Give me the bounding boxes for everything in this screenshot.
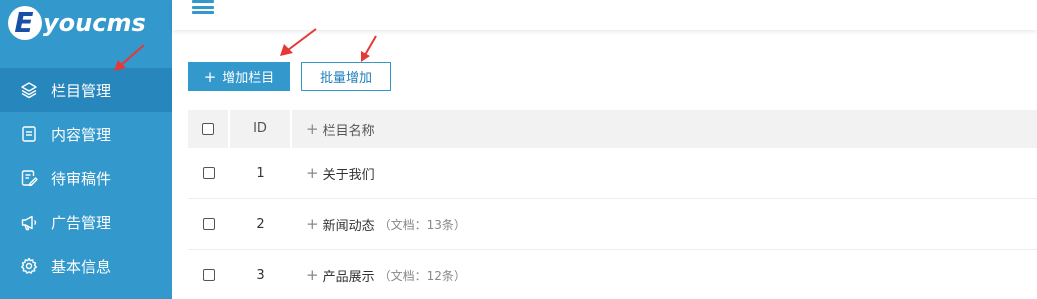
- batch-add-button[interactable]: 批量增加: [301, 62, 391, 91]
- row-doc-count: （文档：13条）: [378, 217, 466, 232]
- table-row: 1 + 关于我们: [188, 148, 1037, 199]
- logo-letter: E: [14, 6, 34, 39]
- row-checkbox[interactable]: [203, 167, 215, 179]
- gear-icon: [20, 257, 38, 275]
- logo-text: youcms: [43, 9, 146, 37]
- row-check-cell: [188, 269, 230, 281]
- header-id: ID: [230, 110, 292, 148]
- sidebar-item-pending[interactable]: 待审稿件: [0, 156, 172, 200]
- layers-icon: [20, 81, 38, 99]
- expand-icon[interactable]: +: [306, 215, 319, 233]
- sidebar-item-content[interactable]: 内容管理: [0, 112, 172, 156]
- sidebar-item-label: 栏目管理: [51, 81, 112, 100]
- row-name-cell: + 新闻动态 （文档：13条）: [292, 215, 1037, 234]
- sidebar-item-label: 待审稿件: [51, 169, 112, 188]
- sidebar-item-label: 广告管理: [51, 213, 112, 232]
- sidebar-nav: 栏目管理 内容管理 待审稿件 广告管理 基本信息: [0, 68, 172, 288]
- sidebar-item-label: 内容管理: [51, 125, 112, 144]
- table-header: ID + 栏目名称: [188, 110, 1037, 148]
- sidebar-item-settings[interactable]: 基本信息: [0, 244, 172, 288]
- sidebar-item-category[interactable]: 栏目管理: [0, 68, 172, 112]
- sidebar-item-ads[interactable]: 广告管理: [0, 200, 172, 244]
- row-id: 1: [256, 165, 265, 181]
- expand-all-icon[interactable]: +: [306, 120, 319, 138]
- row-check-cell: [188, 167, 230, 179]
- row-checkbox[interactable]: [203, 218, 215, 230]
- row-id: 2: [256, 216, 265, 232]
- megaphone-icon: [20, 213, 38, 231]
- expand-icon[interactable]: +: [306, 164, 319, 182]
- table-row: 2 + 新闻动态 （文档：13条）: [188, 199, 1037, 250]
- edit-document-icon: [20, 169, 38, 187]
- row-name-cell: + 产品展示 （文档：12条）: [292, 266, 1037, 285]
- plus-icon: +: [203, 67, 217, 86]
- document-icon: [20, 125, 38, 143]
- menu-toggle-icon[interactable]: [192, 0, 214, 14]
- row-name[interactable]: 关于我们: [323, 164, 375, 183]
- app-root: E youcms 栏目管理 内容管理 待审稿件 广告管理 基本信息 + 增加栏目…: [0, 0, 1037, 299]
- logo[interactable]: E youcms: [8, 6, 146, 40]
- annotation-arrow-icon: [361, 35, 377, 62]
- category-table: ID + 栏目名称 1 + 关于我们 2 + 新闻动态 （文档：13条） 3 +…: [188, 110, 1037, 299]
- expand-icon[interactable]: +: [306, 266, 319, 284]
- sidebar-item-label: 基本信息: [51, 257, 112, 276]
- row-check-cell: [188, 218, 230, 230]
- select-all-checkbox[interactable]: [202, 123, 214, 135]
- select-all-cell: [188, 110, 230, 148]
- annotation-arrow-icon: [114, 44, 145, 71]
- table-row: 3 + 产品展示 （文档：12条）: [188, 250, 1037, 299]
- row-name[interactable]: 新闻动态: [323, 215, 375, 234]
- add-category-button[interactable]: + 增加栏目: [188, 62, 290, 91]
- row-checkbox[interactable]: [203, 269, 215, 281]
- logo-badge: E: [8, 6, 42, 40]
- row-id: 3: [256, 267, 265, 283]
- header-name: 栏目名称: [322, 123, 375, 139]
- header-name-cell: + 栏目名称: [292, 120, 1037, 139]
- row-doc-count: （文档：12条）: [378, 268, 466, 283]
- annotation-arrow-icon: [280, 28, 317, 56]
- row-name-cell: + 关于我们: [292, 164, 1037, 183]
- batch-add-label: 批量增加: [319, 71, 372, 86]
- row-name[interactable]: 产品展示: [323, 266, 375, 285]
- add-category-label: 增加栏目: [222, 71, 275, 86]
